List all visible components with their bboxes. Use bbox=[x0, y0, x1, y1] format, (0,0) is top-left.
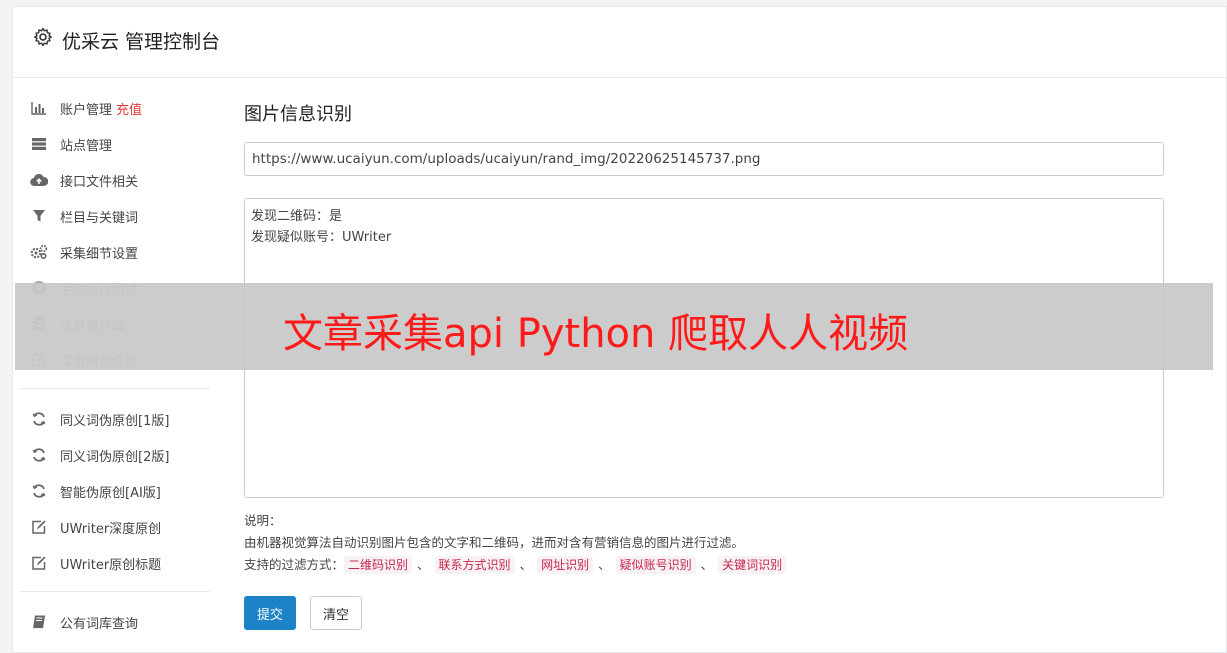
filter-tag: 联系方式识别 bbox=[434, 556, 515, 574]
filter-tag: 网址识别 bbox=[537, 556, 594, 574]
notes-title: 说明： bbox=[244, 513, 282, 528]
sidebar-item-label: 同义词伪原创[1版] bbox=[60, 413, 170, 429]
sidebar-item-label: 栏目与关键词 bbox=[60, 210, 139, 226]
bar-chart-icon bbox=[30, 99, 48, 117]
sidebar-item[interactable]: 公有词库查询 bbox=[20, 604, 210, 640]
tag-separator: 、 bbox=[700, 557, 714, 572]
result-line: 发现疑似账号：UWriter bbox=[251, 230, 392, 245]
sidebar-item-label: UWriter深度原创 bbox=[60, 521, 162, 537]
refresh-icon bbox=[30, 410, 48, 428]
filter-label: 支持的过滤方式： bbox=[244, 557, 345, 572]
edit-icon bbox=[30, 518, 48, 536]
refresh-icon bbox=[30, 446, 48, 464]
page-title: 图片信息识别 bbox=[244, 104, 352, 125]
recharge-link[interactable]: 充值 bbox=[116, 99, 142, 118]
tag-separator: 、 bbox=[417, 557, 430, 572]
sidebar-item[interactable]: 采集细节设置 bbox=[20, 234, 210, 270]
cogs-icon bbox=[30, 243, 48, 261]
sidebar-item-label: UWriter原创标题 bbox=[60, 557, 162, 573]
sidebar-item[interactable]: UWriter原创标题 bbox=[20, 545, 210, 581]
gear-icon bbox=[34, 27, 52, 47]
sidebar-item[interactable]: 智能伪原创[AI版] bbox=[20, 473, 210, 509]
tag-separator: 、 bbox=[519, 557, 533, 572]
result-line: 发现二维码：是 bbox=[251, 209, 343, 224]
sidebar-divider bbox=[20, 591, 210, 592]
filter-tag: 二维码识别 bbox=[344, 556, 413, 574]
server-icon bbox=[30, 135, 48, 153]
refresh-icon bbox=[30, 482, 48, 500]
title-overlay-banner: 文章采集api Python 爬取人人视频 bbox=[15, 283, 1213, 370]
filter-icon bbox=[30, 207, 48, 225]
sidebar-item-label: 公有词库查询 bbox=[60, 616, 139, 632]
sidebar-divider bbox=[20, 388, 210, 389]
filter-tag: 关键词识别 bbox=[718, 556, 787, 574]
filter-methods: 支持的过滤方式： 二维码识别、联系方式识别、网址识别、疑似账号识别、关键词识别 bbox=[244, 554, 1164, 576]
filter-tag: 疑似账号识别 bbox=[615, 556, 696, 574]
sidebar-item-label: 接口文件相关 bbox=[60, 174, 139, 190]
sidebar-item[interactable]: 接口文件相关 bbox=[20, 162, 210, 198]
sidebar-item-label: 同义词伪原创[2版] bbox=[60, 449, 170, 465]
sidebar-item[interactable]: 账户管理 充值 bbox=[20, 90, 210, 126]
edit-icon bbox=[30, 554, 48, 572]
sidebar-item[interactable]: UWriter深度原创 bbox=[20, 509, 210, 545]
action-buttons: 提交 清空 bbox=[244, 596, 1164, 630]
sidebar-item-label: 账户管理 bbox=[60, 102, 113, 118]
sidebar-item-label: 站点管理 bbox=[60, 138, 113, 154]
sidebar-item-label: 智能伪原创[AI版] bbox=[60, 485, 161, 501]
notes-description: 由机器视觉算法自动识别图片包含的文字和二维码，进而对含有营销信息的图片进行过滤。 bbox=[244, 535, 745, 550]
image-url-input[interactable] bbox=[244, 142, 1164, 176]
cloud-upload-icon bbox=[30, 171, 48, 189]
sidebar-item[interactable]: 栏目与关键词 bbox=[20, 198, 210, 234]
book-icon bbox=[30, 613, 48, 631]
notes: 说明： 由机器视觉算法自动识别图片包含的文字和二维码，进而对含有营销信息的图片进… bbox=[244, 510, 1164, 576]
sidebar-item[interactable]: 站点管理 bbox=[20, 126, 210, 162]
sidebar-item[interactable]: 同义词伪原创[1版] bbox=[20, 401, 210, 437]
clear-button[interactable]: 清空 bbox=[310, 596, 363, 630]
overlay-title: 文章采集api Python 爬取人人视频 bbox=[283, 311, 909, 357]
sidebar-item[interactable]: 同义词伪原创[2版] bbox=[20, 437, 210, 473]
tag-separator: 、 bbox=[598, 557, 611, 572]
submit-button[interactable]: 提交 bbox=[244, 596, 297, 630]
app-title: 优采云 管理控制台 bbox=[62, 31, 221, 53]
top-bar: 优采云 管理控制台 bbox=[13, 7, 1226, 78]
sidebar-item-label: 采集细节设置 bbox=[60, 246, 139, 262]
